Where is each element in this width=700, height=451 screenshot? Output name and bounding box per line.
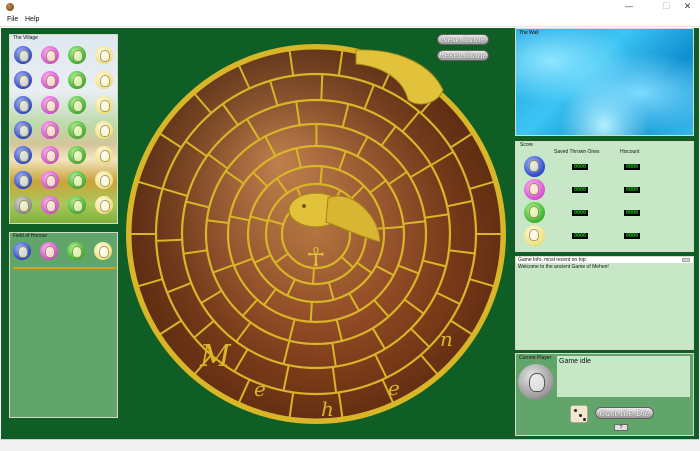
score-token-green	[524, 202, 545, 223]
village-token-blue[interactable]	[14, 146, 32, 164]
menu-bar: File Help	[0, 15, 700, 27]
village-token-pink[interactable]	[41, 196, 59, 214]
game-info-panel: Game Info, most recent on top: Welcome t…	[515, 256, 694, 350]
village-token-pink[interactable]	[41, 46, 59, 64]
village-token-pink[interactable]	[41, 146, 59, 164]
village-token-yellow[interactable]	[95, 46, 113, 64]
window-bottom-edge	[0, 439, 700, 451]
honour-token-pink[interactable]	[40, 242, 58, 260]
current-player-label: Current Player	[519, 355, 552, 361]
honour-token-yellow[interactable]	[94, 242, 112, 260]
board-letter-1: M	[199, 339, 232, 374]
village-token-yellow[interactable]	[95, 171, 113, 189]
status-text: Game idle	[559, 358, 591, 365]
village-token-blue[interactable]	[14, 46, 32, 64]
close-button[interactable]: ✕	[675, 0, 700, 15]
score-header-hiscore: Hiscount	[620, 149, 640, 155]
app-icon	[6, 3, 14, 11]
board-letter-2: e	[254, 377, 266, 401]
ankh-icon: ☥	[306, 243, 325, 273]
current-player-panel: Current Player Game idle Cast the Die ?	[515, 353, 694, 436]
hiscore-count-blue: 0000	[624, 164, 640, 170]
score-header-saved: Saved Thrown Ones	[554, 149, 600, 155]
title-bar[interactable]: — ☐ ✕	[0, 0, 700, 15]
village-panel: The Village	[9, 34, 118, 224]
honour-token-blue[interactable]	[13, 242, 31, 260]
score-panel: Score Saved Thrown Ones Hiscount 0000 000…	[515, 141, 694, 252]
village-token-green[interactable]	[68, 96, 86, 114]
reset-game-button[interactable]: Reset Game	[437, 50, 489, 61]
saved-count-green: 0000	[572, 210, 588, 216]
village-token-pink[interactable]	[41, 121, 59, 139]
board-letter-4: e	[388, 376, 400, 400]
hiscore-count-yellow: 0000	[624, 233, 640, 239]
village-token-blue[interactable]	[14, 71, 32, 89]
mehen-window: — ☐ ✕ File Help The Village Field of Hon…	[0, 0, 700, 451]
village-token-pink[interactable]	[41, 71, 59, 89]
new-game-button[interactable]: New Game	[437, 34, 489, 45]
village-token-pink[interactable]	[41, 96, 59, 114]
menu-help[interactable]: Help	[25, 16, 39, 23]
village-token-yellow[interactable]	[95, 121, 113, 139]
hiscore-count-pink: 0000	[624, 187, 640, 193]
menu-file[interactable]: File	[7, 16, 18, 23]
board-letter-5: n	[440, 327, 453, 351]
die-pip	[578, 413, 582, 417]
score-token-yellow	[524, 225, 545, 246]
village-token-yellow[interactable]	[95, 196, 113, 214]
village-token-green[interactable]	[68, 46, 86, 64]
village-token-pink[interactable]	[41, 171, 59, 189]
honour-divider	[13, 267, 116, 269]
village-token-gray[interactable]	[14, 196, 32, 214]
village-token-green[interactable]	[68, 171, 86, 189]
field-of-honour-panel: Field of Honour	[9, 232, 118, 418]
village-token-green[interactable]	[68, 71, 86, 89]
die-pip	[583, 418, 586, 421]
village-title: The Village	[13, 35, 38, 41]
board-letter-3: h	[321, 397, 334, 421]
score-token-blue	[524, 156, 545, 177]
status-box: Game idle	[557, 356, 690, 397]
game-info-message: Welcome to the ancient Game of Mehen!	[518, 264, 609, 270]
village-token-yellow[interactable]	[95, 71, 113, 89]
village-token-green[interactable]	[68, 121, 86, 139]
board-cell-divider	[320, 74, 324, 101]
minimize-button[interactable]: —	[614, 0, 644, 15]
die-icon[interactable]	[570, 405, 588, 423]
board-cell-divider	[156, 238, 183, 242]
cast-die-button[interactable]: Cast the Die	[595, 407, 654, 419]
village-token-yellow[interactable]	[95, 146, 113, 164]
village-token-blue[interactable]	[14, 96, 32, 114]
saved-count-yellow: 0000	[572, 233, 588, 239]
village-token-blue[interactable]	[14, 121, 32, 139]
help-button[interactable]: ?	[614, 424, 628, 431]
honour-token-green[interactable]	[67, 242, 85, 260]
village-token-yellow[interactable]	[95, 96, 113, 114]
score-title: Score	[520, 142, 534, 148]
score-token-pink	[524, 179, 545, 200]
wall-panel: The Wall	[515, 28, 694, 136]
board-cell-divider	[309, 301, 313, 322]
saved-count-blue: 0000	[572, 164, 588, 170]
village-token-green[interactable]	[68, 196, 86, 214]
hiscore-count-green: 0000	[624, 210, 640, 216]
honour-title: Field of Honour	[13, 233, 48, 239]
wall-title: The Wall	[519, 30, 539, 36]
village-token-blue[interactable]	[14, 171, 32, 189]
die-pip	[574, 409, 577, 412]
board-sheen	[130, 48, 502, 420]
game-info-caption: Game Info, most recent on top:	[516, 257, 693, 263]
current-player-token	[518, 364, 554, 400]
saved-count-pink: 0000	[572, 187, 588, 193]
mehen-board[interactable]: ☥ M e h e n	[118, 28, 514, 439]
village-token-green[interactable]	[68, 146, 86, 164]
game-info-scroll-handle[interactable]	[682, 258, 690, 262]
